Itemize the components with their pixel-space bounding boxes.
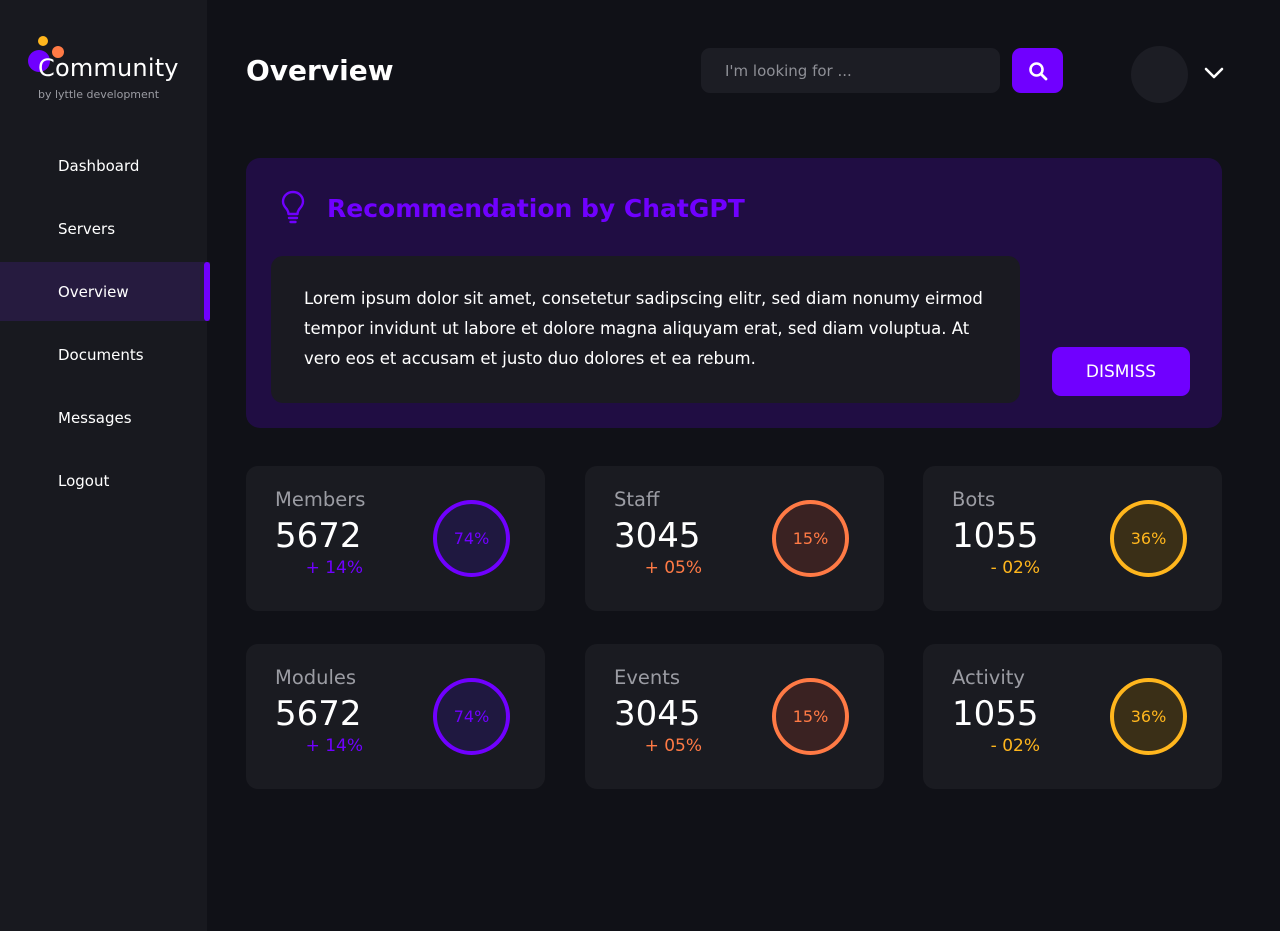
stat-percent: 15% (792, 707, 829, 726)
sidebar-item-label: Logout (58, 471, 110, 490)
stat-percent: 15% (792, 529, 829, 548)
sidebar-item-label: Overview (58, 282, 129, 301)
sidebar: Community by lyttle development Dashboar… (0, 0, 210, 931)
stat-value: 1055 (952, 694, 1039, 734)
brand-name: Community (38, 54, 179, 82)
stat-percent: 74% (453, 529, 490, 548)
stat-card-events[interactable]: Events 3045 + 05% 15% (585, 644, 884, 789)
sidebar-item-dashboard[interactable]: Dashboard (0, 136, 210, 195)
stat-value: 3045 (614, 694, 701, 734)
stat-change: + 05% (644, 558, 702, 578)
stat-value: 1055 (952, 516, 1039, 556)
recommendation-panel: Recommendation by ChatGPT Lorem ipsum do… (246, 158, 1222, 428)
stat-percent: 74% (453, 707, 490, 726)
stat-percent: 36% (1130, 707, 1167, 726)
recommendation-title: Recommendation by ChatGPT (327, 194, 745, 223)
page-title: Overview (246, 54, 394, 87)
stat-card-members[interactable]: Members 5672 + 14% 74% (246, 466, 545, 611)
stat-card-modules[interactable]: Modules 5672 + 14% 74% (246, 644, 545, 789)
sidebar-item-label: Dashboard (58, 156, 140, 175)
stat-label: Staff (614, 488, 660, 511)
stat-label: Members (275, 488, 366, 511)
sidebar-item-label: Documents (58, 345, 144, 364)
sidebar-item-messages[interactable]: Messages (0, 388, 210, 447)
stat-change: - 02% (990, 736, 1040, 756)
recommendation-text: Lorem ipsum dolor sit amet, consetetur s… (271, 256, 1020, 403)
stat-change: + 05% (644, 736, 702, 756)
sidebar-item-documents[interactable]: Documents (0, 325, 210, 384)
brand-logo[interactable]: Community by lyttle development (28, 34, 198, 104)
avatar[interactable] (1131, 46, 1188, 103)
sidebar-item-label: Servers (58, 219, 116, 238)
stat-label: Bots (952, 488, 996, 511)
stat-change: - 02% (990, 558, 1040, 578)
stat-value: 3045 (614, 516, 701, 556)
stat-change: + 14% (305, 736, 363, 756)
stat-label: Events (614, 666, 681, 689)
stat-card-activity[interactable]: Activity 1055 - 02% 36% (923, 644, 1222, 789)
sidebar-item-servers[interactable]: Servers (0, 199, 210, 258)
stat-value: 5672 (275, 694, 362, 734)
stat-percent: 36% (1130, 529, 1167, 548)
search-icon (1028, 61, 1047, 80)
brand-tagline: by lyttle development (38, 88, 160, 101)
stat-change: + 14% (305, 558, 363, 578)
stat-card-staff[interactable]: Staff 3045 + 05% 15% (585, 466, 884, 611)
logo-dot-yellow (38, 36, 48, 46)
stat-percent-ring: 15% (772, 500, 849, 577)
stat-percent-ring: 74% (433, 678, 510, 755)
stat-card-bots[interactable]: Bots 1055 - 02% 36% (923, 466, 1222, 611)
stat-label: Activity (952, 666, 1025, 689)
search-input[interactable] (701, 48, 1000, 93)
sidebar-item-label: Messages (58, 408, 132, 427)
lightbulb-icon (281, 190, 305, 224)
sidebar-nav: Dashboard Servers Overview Documents Mes… (0, 136, 210, 514)
sidebar-item-logout[interactable]: Logout (0, 451, 210, 510)
chevron-down-icon[interactable] (1202, 64, 1226, 84)
stat-label: Modules (275, 666, 357, 689)
search-button[interactable] (1012, 48, 1063, 93)
stat-percent-ring: 36% (1110, 678, 1187, 755)
sidebar-item-overview[interactable]: Overview (0, 262, 210, 321)
stat-value: 5672 (275, 516, 362, 556)
dismiss-button[interactable]: DISMISS (1052, 347, 1190, 396)
stat-percent-ring: 74% (433, 500, 510, 577)
stat-percent-ring: 15% (772, 678, 849, 755)
stat-percent-ring: 36% (1110, 500, 1187, 577)
